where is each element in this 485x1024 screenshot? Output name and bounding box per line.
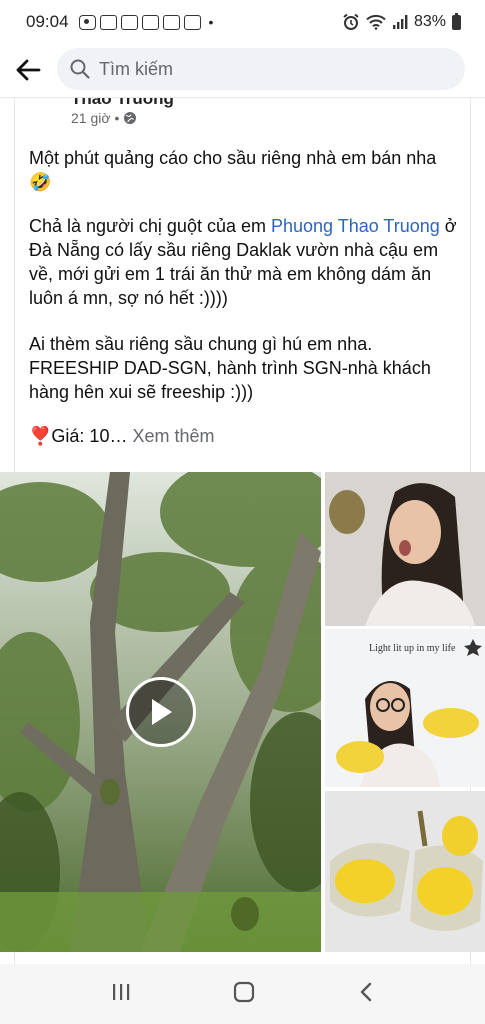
post-paragraph: ❣️Giá: 10… Xem thêm [29, 424, 459, 448]
paragraph-text: Một phút quảng cáo cho sầu riêng nhà em … [29, 148, 437, 168]
system-nav-bar [0, 964, 485, 1024]
post-paragraph: Một phút quảng cáo cho sầu riêng nhà em … [29, 146, 459, 194]
alarm-icon [343, 13, 359, 30]
back-button[interactable] [0, 44, 56, 96]
search-header: Tìm kiếm [0, 44, 485, 96]
heart-exclamation-emoji: ❣️ [29, 426, 52, 446]
post-author[interactable]: Thao Truong [71, 98, 174, 109]
post-paragraph: Ai thèm sầu riêng sầu chung gì hú em nha… [29, 332, 459, 404]
status-app-icons [78, 14, 201, 30]
photo-caption: Light lit up in my life [369, 643, 456, 654]
search-input[interactable]: Tìm kiếm [57, 48, 465, 90]
wifi-icon [366, 14, 386, 30]
photo-thumbnail[interactable] [325, 472, 485, 626]
play-icon [152, 699, 172, 725]
back-nav-button[interactable] [358, 982, 374, 1007]
news-app-icon [162, 14, 180, 30]
post-time[interactable]: 21 giờ [71, 110, 111, 126]
meta-separator: • [114, 110, 120, 126]
paragraph-text: Ai thèm sầu riêng sầu chung gì hú em nha… [29, 334, 431, 402]
price-text: Giá: 10… [51, 426, 133, 446]
girl-with-durian-photo [325, 472, 485, 626]
recent-apps-button[interactable] [111, 982, 131, 1007]
news-app-icon [99, 14, 117, 30]
news-app-icon [183, 14, 201, 30]
camera-app-icon [78, 14, 96, 30]
search-icon [70, 59, 90, 79]
post-meta: 21 giờ • [71, 110, 137, 126]
globe-icon [124, 112, 137, 124]
paragraph-text: Chả là người chị guột của em [29, 216, 271, 236]
laughing-emoji: 🤣 [29, 172, 52, 192]
signal-icon [392, 15, 408, 29]
video-thumbnail[interactable] [0, 472, 321, 952]
battery-icon [452, 12, 461, 30]
see-more-link[interactable]: Xem thêm [132, 426, 214, 446]
back-nav-icon [360, 982, 372, 1001]
news-app-icon [141, 14, 159, 30]
post-paragraph: Chả là người chị guột của em Phuong Thao… [29, 214, 459, 310]
photo-thumbnail[interactable]: Light lit up in my life [325, 629, 485, 787]
recent-apps-icon [113, 983, 130, 1000]
girl-with-durian-photo: Light lit up in my life [325, 629, 485, 787]
play-button[interactable] [126, 677, 196, 747]
photo-thumbnail[interactable] [325, 791, 485, 952]
tagged-user-link[interactable]: Phuong Thao Truong [271, 216, 440, 236]
status-bar: 09:04 • 83% [0, 0, 485, 44]
home-button[interactable] [233, 981, 255, 1008]
durian-fruit-photo [325, 791, 485, 952]
status-time: 09:04 [26, 12, 69, 31]
notification-dot: • [208, 14, 214, 30]
search-placeholder: Tìm kiếm [99, 58, 173, 79]
home-icon [234, 981, 255, 1002]
battery-percent: 83% [413, 13, 446, 30]
back-arrow-icon [16, 59, 41, 81]
post-text: Một phút quảng cáo cho sầu riêng nhà em … [29, 146, 459, 464]
news-app-icon [120, 14, 138, 30]
status-indicators: 83% [342, 12, 461, 31]
